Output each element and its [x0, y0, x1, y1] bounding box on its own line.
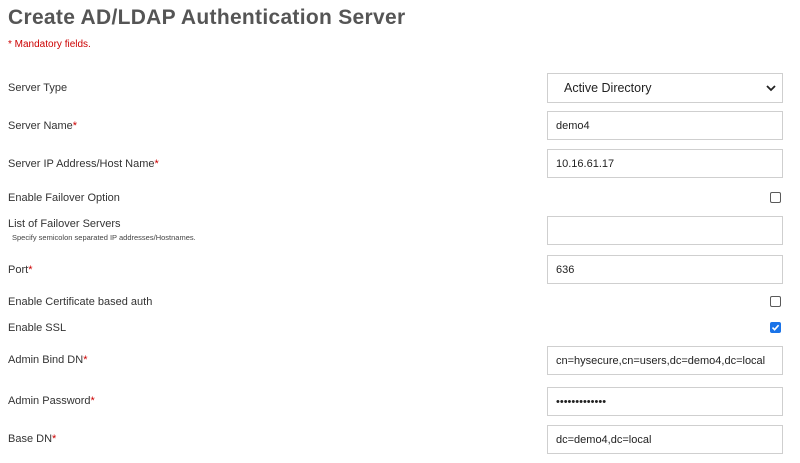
server-type-label: Server Type: [8, 82, 68, 94]
enable-failover-label: Enable Failover Option: [8, 192, 120, 204]
server-ip-label-text: Server IP Address/Host Name: [8, 158, 155, 170]
server-name-label: Server Name*: [8, 120, 77, 132]
server-name-input[interactable]: [547, 111, 783, 140]
enable-ssl-label: Enable SSL: [8, 322, 67, 334]
required-mark: *: [72, 120, 78, 132]
server-type-value: Active Directory: [564, 81, 652, 95]
mandatory-note: * Mandatory fields.: [8, 39, 91, 50]
admin-bind-dn-label: Admin Bind DN*: [8, 354, 87, 366]
failover-servers-label: List of Failover Servers: [8, 218, 121, 230]
required-mark: *: [52, 433, 57, 445]
admin-password-label: Admin Password*: [8, 395, 95, 407]
admin-bind-dn-label-text: Admin Bind DN: [8, 354, 84, 366]
enable-ssl-checkbox[interactable]: [770, 322, 781, 333]
server-ip-label: Server IP Address/Host Name*: [8, 158, 159, 170]
admin-bind-dn-input[interactable]: [547, 346, 783, 375]
base-dn-label: Base DN*: [8, 433, 56, 445]
chevron-down-icon: [760, 74, 782, 102]
port-input[interactable]: [547, 255, 783, 284]
enable-cert-auth-label: Enable Certificate based auth: [8, 296, 153, 308]
required-mark: *: [83, 354, 88, 366]
server-ip-input[interactable]: [547, 149, 783, 178]
base-dn-label-text: Base DN: [8, 433, 53, 445]
admin-password-label-text: Admin Password: [8, 395, 91, 407]
required-mark: *: [154, 158, 159, 170]
required-mark: *: [28, 264, 33, 276]
enable-failover-checkbox[interactable]: [770, 192, 781, 203]
port-label: Port*: [8, 264, 32, 276]
server-name-label-text: Server Name: [8, 120, 73, 132]
port-label-text: Port: [8, 264, 29, 276]
base-dn-input[interactable]: [547, 425, 783, 454]
enable-cert-auth-checkbox[interactable]: [770, 296, 781, 307]
server-type-select[interactable]: Active Directory: [547, 73, 783, 103]
required-mark: *: [90, 395, 95, 407]
page-title: Create AD/LDAP Authentication Server: [8, 6, 406, 29]
failover-servers-hint: Specify semicolon separated IP addresses…: [12, 233, 196, 242]
checkmark-icon: [771, 324, 780, 331]
admin-password-input[interactable]: [547, 387, 783, 416]
failover-servers-input[interactable]: [547, 216, 783, 245]
